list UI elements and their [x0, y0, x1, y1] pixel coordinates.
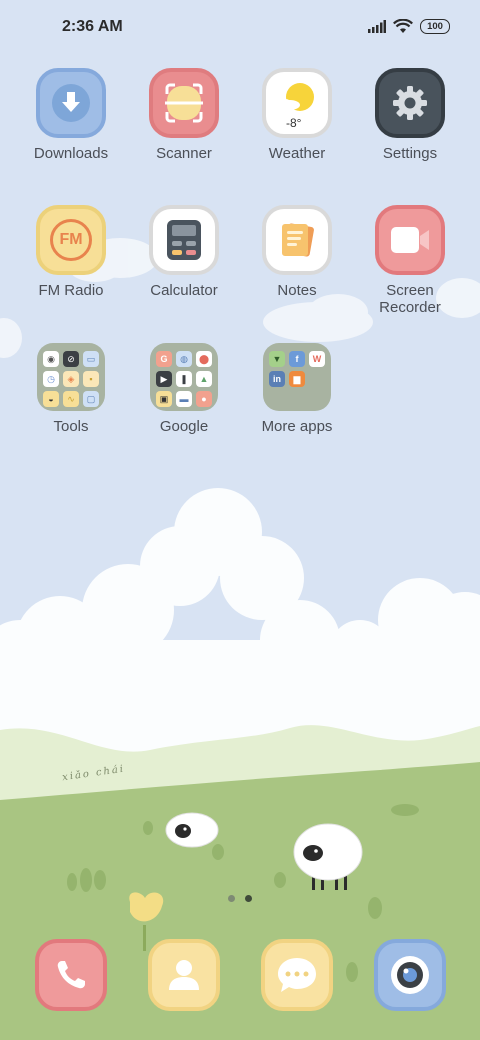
app-scanner[interactable]: Scanner — [128, 68, 240, 162]
downloads-tile — [36, 68, 106, 138]
signal-icon — [368, 20, 386, 33]
wifi-icon — [393, 19, 413, 33]
weather-tile: -8° — [262, 68, 332, 138]
google-icon: G — [156, 351, 172, 367]
settings-tile — [375, 68, 445, 138]
fm-radio-tile: FM — [36, 205, 106, 275]
maps-icon: ⬤ — [196, 351, 212, 367]
app-label: Weather — [268, 145, 326, 162]
gallery-icon: ◉ — [43, 351, 59, 367]
folder-label: Google — [159, 418, 209, 435]
video-camera-icon — [391, 227, 429, 253]
app-settings[interactable]: Settings — [354, 68, 466, 162]
more-apps-folder-tile: ▼ f W in ▆ — [263, 343, 331, 411]
wps-icon: W — [309, 351, 325, 367]
fm-radio-icon: FM — [50, 219, 92, 261]
gear-icon — [393, 86, 427, 120]
folder-label: Tools — [53, 418, 89, 435]
battery-level: 100 — [427, 20, 443, 32]
photos-icon: ▣ — [156, 391, 172, 407]
office-icon: ▆ — [289, 371, 305, 387]
contacts-tile — [148, 939, 220, 1011]
clock-icon: ◷ — [43, 371, 59, 387]
app-screen-recorder[interactable]: Screen Recorder — [354, 205, 466, 316]
tools-folder-tile: ◉ ⊘ ▭ ◷ ◈ ▪ ◒ ∿ ▢ — [37, 343, 105, 411]
camera-tile — [374, 939, 446, 1011]
app-label: Downloads — [33, 145, 109, 162]
linkedin-icon: in — [269, 371, 285, 387]
app-label: Calculator — [150, 282, 218, 299]
page-dot-active[interactable] — [245, 895, 252, 902]
weather-temp: -8° — [286, 116, 302, 130]
app-label: Scanner — [156, 145, 212, 162]
phone-tile — [35, 939, 107, 1011]
google-folder-tile: G ◍ ⬤ ▶ ❚ ▲ ▣ ▬ ● — [150, 343, 218, 411]
dock-phone[interactable] — [15, 939, 127, 1011]
app-label: FM Radio — [38, 282, 104, 299]
app-label: Screen Recorder — [379, 282, 441, 316]
drive-icon: ▲ — [196, 371, 212, 387]
recorder-icon: ▪ — [83, 371, 99, 387]
folder-tools[interactable]: ◉ ⊘ ▭ ◷ ◈ ▪ ◒ ∿ ▢ Tools — [15, 343, 127, 435]
app-calculator[interactable]: Calculator — [128, 205, 240, 299]
dock-contacts[interactable] — [128, 939, 240, 1011]
app-fm-radio[interactable]: FM FM Radio — [15, 205, 127, 299]
screen-recorder-tile — [375, 205, 445, 275]
calculator-tile — [149, 205, 219, 275]
page-indicator — [228, 895, 252, 902]
fm-radio-icon-text: FM — [59, 231, 83, 248]
notes-tile — [262, 205, 332, 275]
security-icon: ◈ — [63, 371, 79, 387]
battery-icon: 100 — [420, 19, 450, 34]
google-assistant-icon: ❚ — [176, 371, 192, 387]
mi-remote-icon: ∿ — [63, 391, 79, 407]
scanner-tile — [149, 68, 219, 138]
app-weather[interactable]: -8° Weather — [241, 68, 353, 162]
compass-icon: ⊘ — [63, 351, 79, 367]
facebook-icon: f — [289, 351, 305, 367]
cleaner-icon: ◒ — [43, 391, 59, 407]
camera-icon — [391, 956, 429, 994]
app-store-icon: ▼ — [269, 351, 285, 367]
monitor-icon: ▭ — [83, 351, 99, 367]
message-icon — [278, 958, 316, 992]
phone-icon — [57, 961, 85, 989]
folder-google[interactable]: G ◍ ⬤ ▶ ❚ ▲ ▣ ▬ ● Google — [128, 343, 240, 435]
status-bar: 2:36 AM 100 — [0, 0, 480, 56]
app-notes[interactable]: Notes — [241, 205, 353, 299]
notes-icon — [282, 223, 314, 257]
folder-more-apps[interactable]: ▼ f W in ▆ More apps — [241, 343, 353, 435]
dock-messages[interactable] — [241, 939, 353, 1011]
contacts-icon — [169, 960, 199, 990]
status-time: 2:36 AM — [62, 18, 123, 35]
app-downloads[interactable]: Downloads — [15, 68, 127, 162]
download-icon — [52, 84, 90, 122]
folder-label: More apps — [261, 418, 333, 435]
duo-icon: ▬ — [176, 391, 192, 407]
calculator-icon — [167, 220, 201, 260]
dock-camera[interactable] — [354, 939, 466, 1011]
app-label: Notes — [277, 282, 317, 299]
status-icons: 100 — [368, 19, 450, 34]
chrome-icon: ◍ — [176, 351, 192, 367]
play-music-icon: ● — [196, 391, 212, 407]
youtube-icon: ▶ — [156, 371, 172, 387]
scanner-icon — [165, 83, 203, 123]
page-dot[interactable] — [228, 895, 235, 902]
app-label: Settings — [382, 145, 438, 162]
file-manager-icon: ▢ — [83, 391, 99, 407]
messages-tile — [261, 939, 333, 1011]
